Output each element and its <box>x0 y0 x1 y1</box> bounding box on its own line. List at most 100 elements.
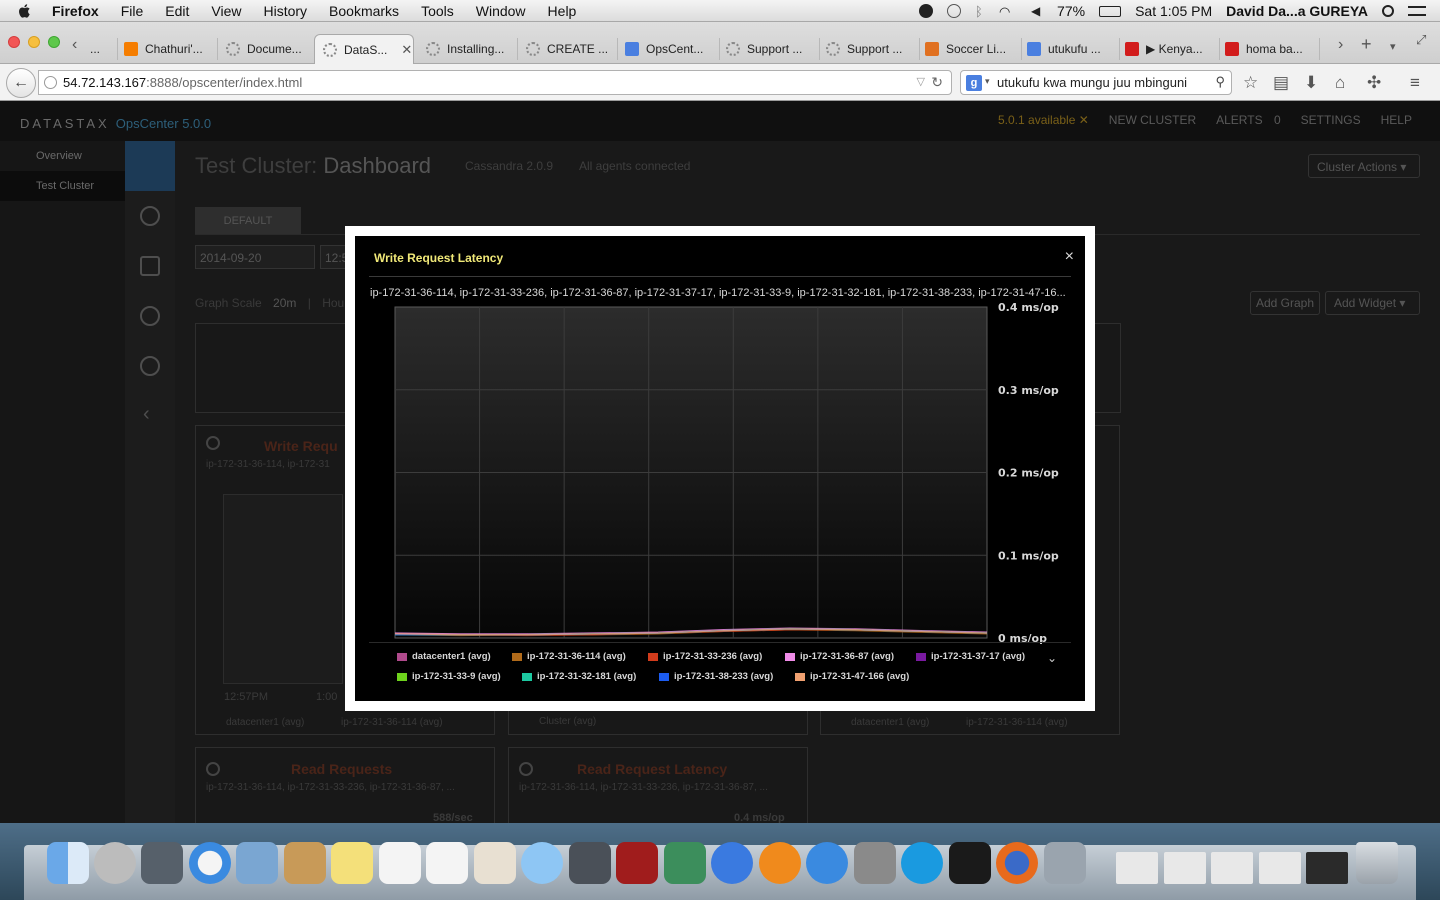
browser-tab[interactable]: Support ... <box>826 34 916 64</box>
spotlight-search-icon[interactable] <box>1382 5 1394 17</box>
minimized-window-icon[interactable] <box>1306 852 1348 884</box>
legend-item[interactable]: ip-172-31-37-17 (avg) <box>916 651 1025 662</box>
window-zoom-button[interactable] <box>48 36 60 48</box>
legend-item[interactable]: ip-172-31-36-87 (avg) <box>785 651 894 662</box>
menu-tools[interactable]: Tools <box>421 3 454 19</box>
datastax-logo[interactable]: DATASTAX OpsCenter 5.0.0 <box>20 116 211 131</box>
reading-list-icon[interactable]: ▤ <box>1273 73 1289 93</box>
tab-default[interactable]: DEFAULT <box>195 207 301 235</box>
dashboard-home-icon[interactable] <box>125 141 175 191</box>
menu-history[interactable]: History <box>263 3 307 19</box>
activities-icon[interactable] <box>140 256 160 276</box>
help-link[interactable]: HELP <box>1381 113 1412 127</box>
legend-expand-icon[interactable]: ⌄ <box>1047 651 1057 665</box>
legend-item[interactable]: ip-172-31-38-233 (avg) <box>659 671 773 682</box>
preview-icon[interactable] <box>474 842 516 884</box>
browser-tab[interactable]: CREATE ... <box>526 34 612 64</box>
browser-tab[interactable]: Installing... <box>426 34 512 64</box>
itunes-icon[interactable] <box>711 842 753 884</box>
image-capture-icon[interactable] <box>1044 842 1086 884</box>
zoom-icon[interactable] <box>519 762 533 776</box>
legend-item[interactable]: ip-172-31-36-114 (avg) <box>512 651 626 662</box>
tab-list-icon[interactable]: ▾ <box>1390 40 1396 53</box>
minimized-window-icon[interactable] <box>1164 852 1206 884</box>
window-close-button[interactable] <box>8 36 20 48</box>
browser-tab[interactable]: Chathuri'... <box>124 34 212 64</box>
firefox-icon[interactable] <box>996 842 1038 884</box>
reload-icon[interactable]: ↻ <box>931 74 943 91</box>
skype-icon[interactable] <box>901 842 943 884</box>
zoom-icon[interactable] <box>206 762 220 776</box>
reminders-icon[interactable] <box>426 842 468 884</box>
time-machine-icon[interactable] <box>947 4 962 18</box>
browser-tab[interactable]: homa ba... <box>1225 34 1315 64</box>
menu-view[interactable]: View <box>211 3 241 19</box>
launchpad-icon[interactable] <box>94 842 136 884</box>
minimized-window-icon[interactable] <box>1259 852 1301 884</box>
url-bar[interactable]: 54.72.143.167:8888/opscenter/index.html … <box>38 70 952 95</box>
add-graph-button[interactable]: Add Graph <box>1250 291 1320 315</box>
settings-gear-icon[interactable] <box>140 356 160 376</box>
add-widget-button[interactable]: Add Widget ▾ <box>1325 291 1420 315</box>
contacts-icon[interactable] <box>284 842 326 884</box>
browser-tab-active[interactable]: DataS... ✕ <box>314 34 414 64</box>
browser-tab[interactable]: Docume... <box>226 34 308 64</box>
graph-scale-hour[interactable]: Hou <box>322 296 344 310</box>
menu-edit[interactable]: Edit <box>165 3 189 19</box>
menu-window[interactable]: Window <box>476 3 526 19</box>
downloads-icon[interactable]: ⬇ <box>1304 73 1318 93</box>
mission-control-icon[interactable] <box>141 842 183 884</box>
mail-icon[interactable] <box>236 842 278 884</box>
tab-close-icon[interactable]: ✕ <box>401 42 412 58</box>
search-engine-dropdown-icon[interactable]: ▾ <box>985 76 990 87</box>
menu-help[interactable]: Help <box>548 3 577 19</box>
graph-scale-20m[interactable]: 20m <box>273 296 296 310</box>
messages-icon[interactable] <box>521 842 563 884</box>
bluetooth-icon[interactable]: ᛒ <box>975 4 985 19</box>
google-search-engine-icon[interactable]: g <box>966 75 982 91</box>
photo-booth-icon[interactable] <box>616 842 658 884</box>
back-button[interactable]: ← <box>6 68 36 98</box>
browser-tab[interactable]: ▶ Kenya... <box>1125 34 1215 64</box>
alerts-link[interactable]: ALERTS 0 <box>1216 113 1281 127</box>
nodes-icon[interactable] <box>140 206 160 226</box>
legend-item[interactable]: datacenter1 (avg) <box>397 651 491 662</box>
terminal-icon[interactable] <box>949 842 991 884</box>
window-minimize-button[interactable] <box>28 36 40 48</box>
notification-center-icon[interactable] <box>1408 6 1426 16</box>
volume-icon[interactable]: ◀ <box>1031 4 1043 18</box>
tabs-scroll-right-icon[interactable]: › <box>1338 36 1343 54</box>
legend-item[interactable]: ip-172-31-47-166 (avg) <box>795 671 909 682</box>
site-identity-icon[interactable] <box>44 76 57 89</box>
settings-link[interactable]: SETTINGS <box>1301 113 1361 127</box>
legend-item[interactable]: ip-172-31-32-181 (avg) <box>522 671 636 682</box>
finder-icon[interactable] <box>47 842 89 884</box>
modal-close-button[interactable]: × <box>1065 249 1074 265</box>
zoom-icon[interactable] <box>206 436 220 450</box>
data-icon[interactable] <box>140 306 160 326</box>
legend-item[interactable]: ip-172-31-33-236 (avg) <box>648 651 762 662</box>
extension-icon[interactable]: ✣ <box>1367 73 1381 93</box>
iphoto-icon[interactable] <box>664 842 706 884</box>
sidebar-item-overview[interactable]: Overview <box>0 141 125 171</box>
new-cluster-link[interactable]: NEW CLUSTER <box>1109 113 1196 127</box>
menu-file[interactable]: File <box>121 3 144 19</box>
minimized-window-icon[interactable] <box>1116 852 1158 884</box>
dashlane-icon[interactable] <box>919 4 934 18</box>
battery-icon[interactable] <box>1099 5 1122 17</box>
browser-tab[interactable]: ... <box>90 34 114 64</box>
tabs-scroll-left-icon[interactable]: ‹ <box>72 36 77 54</box>
home-icon[interactable]: ⌂ <box>1335 73 1345 93</box>
cluster-actions-button[interactable]: Cluster Actions ▾ <box>1308 154 1420 178</box>
safari-icon[interactable] <box>189 842 231 884</box>
fullscreen-icon[interactable]: ⤢ <box>1416 32 1426 48</box>
date-select[interactable]: 2014-09-20 <box>195 245 315 269</box>
wifi-icon[interactable]: ◠ <box>999 4 1017 19</box>
legend-item[interactable]: ip-172-31-33-9 (avg) <box>397 671 501 682</box>
ibooks-icon[interactable] <box>759 842 801 884</box>
minimized-window-icon[interactable] <box>1211 852 1253 884</box>
facetime-icon[interactable] <box>569 842 611 884</box>
browser-tab[interactable]: Support ... <box>726 34 816 64</box>
app-store-icon[interactable] <box>806 842 848 884</box>
sidebar-item-test-cluster[interactable]: Test Cluster <box>0 171 125 201</box>
